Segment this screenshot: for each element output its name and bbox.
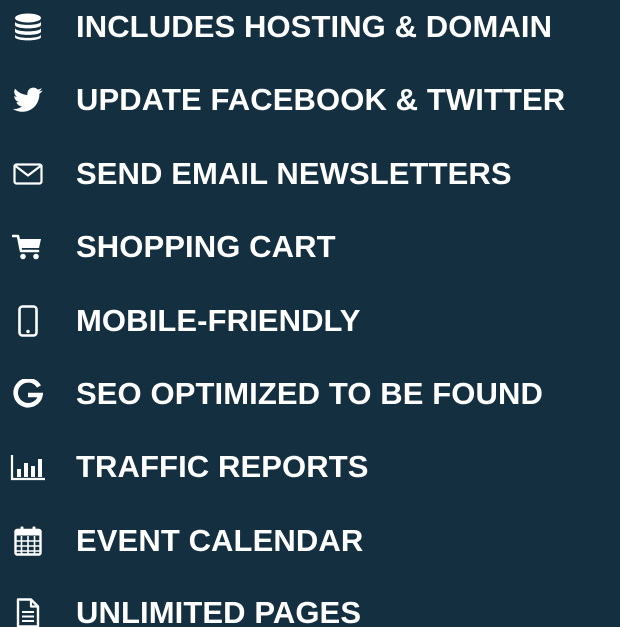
twitter-bird-icon bbox=[6, 73, 50, 127]
feature-item-mobile: MOBILE-FRIENDLY bbox=[0, 294, 620, 348]
feature-label: TRAFFIC REPORTS bbox=[76, 449, 369, 484]
feature-item-email: SEND EMAIL NEWSLETTERS bbox=[0, 147, 620, 201]
feature-item-cart: SHOPPING CART bbox=[0, 220, 620, 274]
database-icon bbox=[6, 0, 50, 54]
shopping-cart-icon bbox=[6, 220, 50, 274]
google-g-icon bbox=[6, 367, 50, 421]
feature-label: SEO OPTIMIZED TO BE FOUND bbox=[76, 376, 543, 411]
feature-item-hosting: INCLUDES HOSTING & DOMAIN bbox=[0, 0, 620, 54]
feature-item-pages: UNLIMITED PAGES bbox=[0, 586, 620, 627]
mobile-phone-icon bbox=[6, 294, 50, 348]
feature-label: UNLIMITED PAGES bbox=[76, 595, 362, 627]
feature-label: UPDATE FACEBOOK & TWITTER bbox=[76, 82, 566, 117]
feature-label: SEND EMAIL NEWSLETTERS bbox=[76, 156, 512, 191]
envelope-icon bbox=[6, 147, 50, 201]
feature-label: SHOPPING CART bbox=[76, 229, 336, 264]
feature-list: INCLUDES HOSTING & DOMAIN UPDATE FACEBOO… bbox=[0, 0, 620, 627]
feature-label: EVENT CALENDAR bbox=[76, 523, 364, 558]
bar-chart-icon bbox=[6, 440, 50, 494]
feature-item-seo: SEO OPTIMIZED TO BE FOUND bbox=[0, 367, 620, 421]
feature-label: INCLUDES HOSTING & DOMAIN bbox=[76, 9, 553, 44]
calendar-icon bbox=[6, 514, 50, 568]
feature-item-social: UPDATE FACEBOOK & TWITTER bbox=[0, 73, 620, 127]
document-icon bbox=[6, 586, 50, 627]
feature-item-traffic: TRAFFIC REPORTS bbox=[0, 440, 620, 494]
feature-item-calendar: EVENT CALENDAR bbox=[0, 514, 620, 568]
feature-label: MOBILE-FRIENDLY bbox=[76, 303, 361, 338]
